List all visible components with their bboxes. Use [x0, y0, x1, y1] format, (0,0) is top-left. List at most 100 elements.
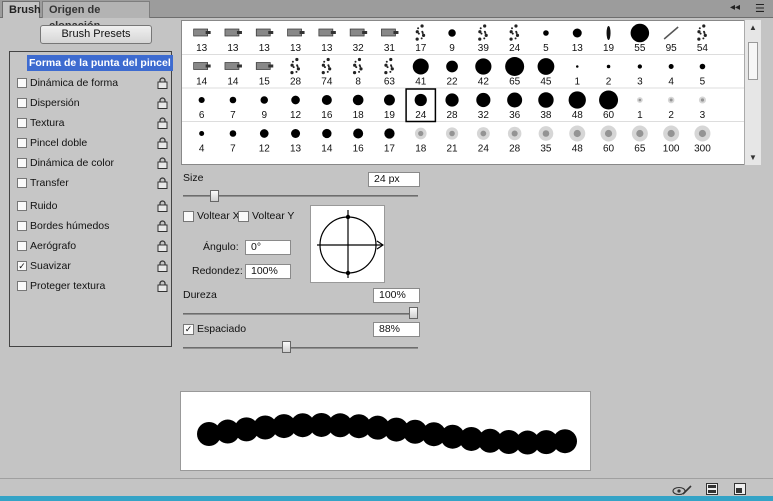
brush-option-checkbox[interactable]	[17, 201, 27, 211]
brush-option-checkbox[interactable]	[17, 138, 27, 148]
size-slider-thumb[interactable]	[210, 190, 220, 202]
brush-size-label: 19	[603, 43, 615, 54]
brush-option-9[interactable]: Aerógrafo	[10, 238, 171, 254]
lock-icon[interactable]	[157, 280, 168, 292]
brush-option-label: Proteger textura	[30, 280, 106, 292]
scroll-thumb[interactable]	[748, 42, 758, 80]
lock-icon[interactable]	[157, 177, 168, 189]
brush-tip-splat	[703, 30, 706, 33]
brush-option-label: Textura	[30, 117, 65, 129]
brush-option-2[interactable]: Dispersión	[10, 95, 171, 111]
hardness-field[interactable]: 100%	[373, 288, 420, 303]
brush-option-5[interactable]: Dinámica de color	[10, 155, 171, 171]
double-chevron-icon[interactable]: ◂◂	[730, 2, 740, 13]
spacing-slider-thumb[interactable]	[282, 341, 292, 353]
brush-size-label: 36	[509, 110, 521, 121]
lock-icon[interactable]	[157, 220, 168, 232]
lock-icon[interactable]	[157, 77, 168, 89]
angle-field[interactable]: 0°	[245, 240, 291, 255]
brush-tip-dot	[291, 128, 301, 139]
eye-brush-icon[interactable]	[672, 483, 692, 497]
brush-grid-scrollbar[interactable]: ▲ ▼	[744, 20, 761, 165]
brush-tip-dot	[352, 94, 364, 106]
brush-tip-splat	[478, 30, 482, 34]
brush-size-label: 4	[199, 144, 205, 155]
brush-option-label: Ruido	[30, 200, 58, 212]
brush-tip-splat	[417, 27, 420, 30]
brush-tip-dot	[507, 92, 523, 108]
brush-tip-splat	[384, 63, 388, 67]
brush-size-label: 12	[259, 144, 271, 155]
new-preset-icon[interactable]	[734, 483, 746, 495]
brush-option-10[interactable]: ✓ Suavizar	[10, 258, 171, 274]
brush-option-checkbox[interactable]	[17, 221, 27, 231]
size-field[interactable]: 24 px	[368, 172, 420, 187]
flip-x-checkbox[interactable]	[183, 211, 194, 222]
scroll-down-icon[interactable]: ▼	[749, 153, 757, 162]
brush-tip-dot	[537, 58, 555, 75]
brush-tip-soft-core	[480, 130, 487, 137]
brush-size-label: 3	[700, 110, 706, 121]
brush-option-4[interactable]: Pincel doble	[10, 135, 171, 151]
flip-y-checkbox[interactable]	[238, 211, 249, 222]
brush-option-checkbox[interactable]: ✓	[17, 261, 27, 271]
lock-icon[interactable]	[157, 97, 168, 109]
brush-tip-splat	[390, 64, 393, 67]
spacing-checkbox[interactable]: ✓	[183, 324, 194, 335]
brush-size-label: 5	[700, 77, 706, 88]
brush-tip-tool-end	[205, 64, 211, 68]
lock-icon[interactable]	[157, 137, 168, 149]
brush-option-checkbox[interactable]	[17, 78, 27, 88]
spacing-field[interactable]: 88%	[373, 322, 420, 337]
brush-presets-button[interactable]: Brush Presets	[40, 25, 152, 44]
brush-option-0[interactable]: Forma de la punta del pincel	[10, 55, 173, 71]
lock-icon[interactable]	[157, 260, 168, 272]
hardness-slider-thumb[interactable]	[409, 307, 418, 319]
brush-tip-dot	[199, 131, 205, 136]
brush-size-label: 7	[230, 110, 236, 121]
brush-option-checkbox[interactable]	[17, 158, 27, 168]
spacing-slider-track	[183, 347, 418, 349]
brush-option-3[interactable]: Textura	[10, 115, 171, 131]
brush-tip-splat	[385, 60, 388, 63]
lock-icon[interactable]	[157, 240, 168, 252]
tab-brush[interactable]: Brush	[2, 1, 41, 18]
brush-size-label: 24	[509, 43, 521, 54]
brush-tip-dot	[599, 90, 619, 110]
panel-tab-bar: Brush Origen de clonación ◂◂ ☰	[0, 0, 773, 32]
lock-icon[interactable]	[157, 117, 168, 129]
brush-option-6[interactable]: Transfer	[10, 175, 171, 191]
brush-size-label: 60	[603, 110, 615, 121]
brush-tip-soft-core	[542, 130, 550, 137]
brush-option-7[interactable]: Ruido	[10, 198, 171, 214]
stroke-preview-svg	[197, 412, 577, 455]
brush-size-label: 2	[606, 77, 612, 88]
tab-clone-source[interactable]: Origen de clonación	[42, 1, 150, 32]
brush-tip-splat	[514, 37, 517, 40]
brush-size-label: 24	[478, 144, 490, 155]
brush-tip-tool-end	[299, 31, 305, 34]
brush-tip-splat	[358, 64, 361, 67]
roundness-field[interactable]: 100%	[245, 264, 291, 279]
grid-icon[interactable]	[706, 483, 718, 495]
brush-option-checkbox[interactable]	[17, 118, 27, 128]
brush-option-checkbox[interactable]	[17, 178, 27, 188]
brush-angle-preview[interactable]	[310, 205, 385, 283]
lock-icon[interactable]	[157, 157, 168, 169]
panel-menu-icon[interactable]: ☰	[755, 2, 765, 15]
brush-tip-soft-core	[418, 130, 424, 137]
brush-size-label: 74	[321, 77, 333, 88]
brush-option-checkbox[interactable]	[17, 241, 27, 251]
brush-tip-grid[interactable]: 13 13 13 13 13 32 31 17 9 39 24 5 13 19 55 95 54 14 14 15 28…	[181, 20, 761, 165]
brush-tip-splat	[420, 24, 424, 28]
scroll-up-icon[interactable]: ▲	[749, 23, 757, 32]
lock-icon[interactable]	[157, 200, 168, 212]
brush-option-checkbox[interactable]	[17, 281, 27, 291]
brush-size-label: 17	[384, 144, 396, 155]
brush-tip-tool-end	[268, 31, 274, 34]
brush-size-label: 14	[196, 77, 208, 88]
brush-option-1[interactable]: Dinámica de forma	[10, 75, 171, 91]
brush-option-11[interactable]: Proteger textura	[10, 278, 171, 294]
brush-option-8[interactable]: Bordes húmedos	[10, 218, 171, 234]
brush-option-checkbox[interactable]	[17, 98, 27, 108]
